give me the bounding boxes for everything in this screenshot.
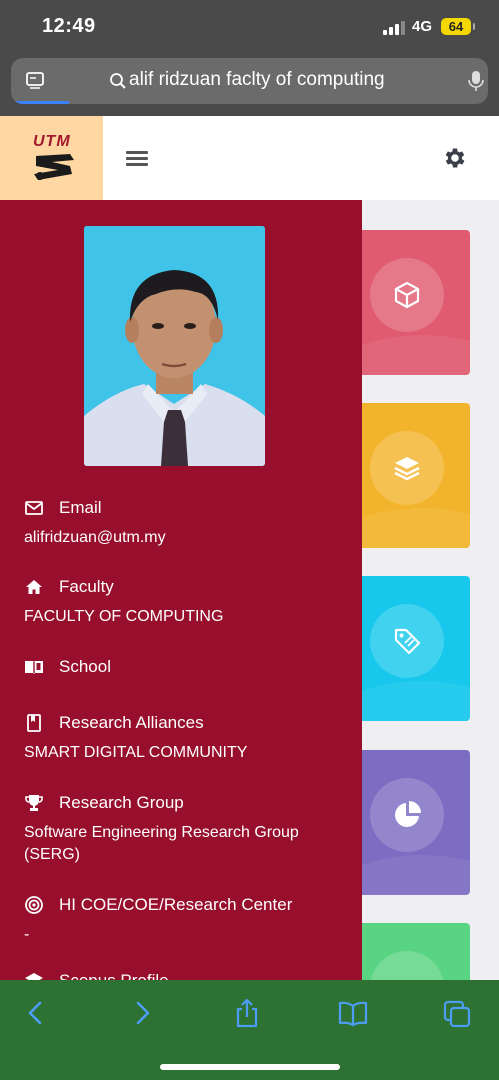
mail-icon	[25, 501, 43, 515]
tabs-icon[interactable]	[443, 998, 471, 1028]
research-group-value: Software Engineering Research Group (SER…	[24, 824, 299, 863]
signal-icon	[383, 21, 405, 35]
pie-chart-icon	[395, 801, 421, 827]
profile-item-label: Scopus Profile	[59, 971, 169, 980]
status-bar: 12:49 4G 64	[0, 0, 499, 54]
cube-icon	[394, 281, 420, 309]
profile-item-email: Email alifridzuan@utm.my	[24, 497, 354, 549]
dashboard-tile[interactable]	[362, 750, 470, 895]
profile-icon	[25, 973, 43, 980]
tile-decoration	[362, 855, 470, 895]
tile-decoration	[362, 681, 470, 721]
home-icon	[26, 580, 42, 594]
faculty-value: FACULTY OF COMPUTING	[24, 608, 224, 625]
tile-icon-circle	[370, 258, 444, 332]
forward-arrow-icon[interactable]	[128, 998, 156, 1028]
app-header: UTM	[0, 116, 499, 200]
home-indicator	[160, 1064, 340, 1070]
research-alliances-value: SMART DIGITAL COMMUNITY	[24, 744, 248, 761]
email-value[interactable]: alifridzuan@utm.my	[24, 527, 354, 549]
network-type: 4G	[412, 18, 433, 35]
back-arrow-icon[interactable]	[22, 998, 50, 1028]
tile-icon-circle	[370, 951, 444, 980]
logo-text: UTM	[33, 133, 71, 150]
profile-photo	[84, 226, 265, 466]
tile-icon-circle	[370, 431, 444, 505]
profile-item-label: Research Group	[59, 793, 184, 812]
dashboard-tile[interactable]	[362, 230, 470, 375]
status-time: 12:49	[42, 15, 96, 37]
book-icon	[25, 661, 43, 674]
tile-decoration	[362, 335, 470, 375]
microphone-icon[interactable]	[466, 69, 486, 93]
tile-decoration	[362, 508, 470, 548]
profile-item-school: School	[24, 656, 354, 678]
profile-item-label: School	[59, 657, 111, 676]
bookmark-icon	[27, 714, 41, 732]
chart-icon	[392, 973, 422, 980]
logo-mark-icon	[34, 154, 74, 180]
tab-overview-icon[interactable]	[25, 70, 45, 90]
search-icon	[110, 73, 126, 89]
utm-logo[interactable]: UTM	[0, 116, 103, 200]
dashboard-tile[interactable]	[362, 923, 470, 980]
profile-sidebar: Email alifridzuan@utm.my Faculty FACULTY…	[0, 200, 362, 980]
profile-item-research-group: Research Group Software Engineering Rese…	[24, 792, 354, 866]
profile-item-coe: HI COE/COE/Research Center -	[24, 894, 354, 946]
settings-gear-icon[interactable]	[442, 145, 468, 171]
target-icon	[25, 896, 43, 914]
dashboard-tile[interactable]	[362, 576, 470, 721]
bookmarks-book-icon[interactable]	[338, 998, 368, 1028]
coe-value: -	[24, 926, 30, 943]
profile-item-research-alliances: Research Alliances SMART DIGITAL COMMUNI…	[24, 712, 354, 764]
layers-icon	[394, 457, 420, 481]
profile-item-scopus[interactable]: Scopus Profile	[24, 970, 354, 980]
dashboard-tile[interactable]	[362, 403, 470, 548]
tile-icon-circle	[370, 778, 444, 852]
profile-item-label: Faculty	[59, 577, 114, 596]
battery-indicator: 64	[441, 18, 475, 35]
menu-toggle-button[interactable]	[124, 148, 150, 168]
page-load-progress	[11, 101, 69, 104]
tag-icon	[394, 628, 421, 655]
profile-item-label: Email	[59, 498, 102, 517]
tile-icon-circle	[370, 604, 444, 678]
url-text[interactable]: alif ridzuan faclty of computing	[129, 69, 385, 91]
url-bar[interactable]: alif ridzuan faclty of computing	[11, 58, 488, 104]
share-icon[interactable]	[233, 998, 261, 1028]
trophy-icon	[25, 795, 43, 811]
profile-item-label: Research Alliances	[59, 713, 204, 732]
profile-item-label: HI COE/COE/Research Center	[59, 895, 293, 914]
profile-item-faculty: Faculty FACULTY OF COMPUTING	[24, 576, 354, 628]
